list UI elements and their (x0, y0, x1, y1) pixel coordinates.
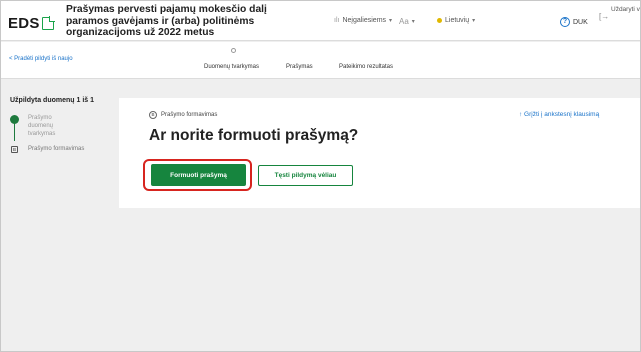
previous-question-link[interactable]: ↑ Grįžti į ankstesnį klausimą (519, 111, 599, 118)
logout-button[interactable]: Uždaryti vedl (611, 6, 640, 14)
step-data-processing: Duomenų tvarkymas (204, 64, 260, 70)
steps-bar: < Pradėti pildyti iš naujo Duomenų tvark… (1, 42, 640, 79)
question-card: B Prašymo formavimas ↑ Grįžti į ankstesn… (119, 98, 640, 208)
language-label: Lietuvių (445, 17, 470, 24)
chevron-down-icon: ▾ (472, 18, 476, 24)
completed-step-icon (10, 115, 19, 124)
flag-icon (437, 18, 442, 23)
top-header: EDS Prašymas pervesti pajamų mokesčio da… (1, 1, 640, 41)
faq-link[interactable]: ? DUK (560, 17, 588, 27)
help-icon: ? (560, 17, 570, 27)
faq-label: DUK (573, 18, 588, 26)
eds-logo[interactable]: EDS (8, 15, 55, 32)
continue-later-button[interactable]: Tęsti pildymą vėliau (258, 165, 353, 186)
language-menu[interactable]: Lietuvių ▾ (437, 17, 475, 24)
font-size-label: Aa (399, 17, 409, 26)
restart-link[interactable]: < Pradėti pildyti iš naujo (9, 56, 73, 62)
step-request: Prašymas (286, 64, 313, 70)
progress-sidebar: Užpildyta duomenų 1 iš 1 Prašymo duomenų… (1, 79, 105, 351)
chevron-down-icon: ▾ (389, 18, 393, 24)
step-heading-label: Prašymo formavimas (161, 112, 218, 118)
logout-icon[interactable]: [→ (599, 12, 609, 21)
progress-title: Užpildyta duomenų 1 iš 1 (10, 97, 95, 104)
page-title: Prašymas pervesti pajamų mokesčio dalį p… (66, 4, 267, 38)
step-heading: B Prašymo formavimas (149, 111, 217, 119)
step-result: Pateikimo rezultatas (339, 64, 394, 70)
app-window: EDS Prašymas pervesti pajamų mokesčio da… (0, 0, 641, 352)
sidebar-item-request-forming[interactable]: Prašymo formavimas (28, 146, 84, 152)
accessibility-label: Neįgaliesiems (342, 17, 387, 24)
form-request-button[interactable]: Formuoti prašymą (151, 164, 246, 186)
accessibility-icon: ılı (334, 17, 340, 24)
document-icon (41, 16, 55, 30)
accessibility-menu[interactable]: ılı Neįgaliesiems ▾ (334, 17, 392, 24)
step-circle-icon: B (149, 111, 157, 119)
sidebar-item-data-processing[interactable]: Prašymo duomenų tvarkymas (28, 114, 78, 138)
current-step-indicator (231, 48, 236, 53)
chevron-down-icon: ▾ (411, 19, 415, 25)
step-number-badge: B (11, 146, 18, 153)
logo-text: EDS (8, 15, 40, 32)
question-heading: Ar norite formuoti prašymą? (149, 127, 359, 144)
font-size-menu[interactable]: Aa ▾ (399, 17, 415, 26)
